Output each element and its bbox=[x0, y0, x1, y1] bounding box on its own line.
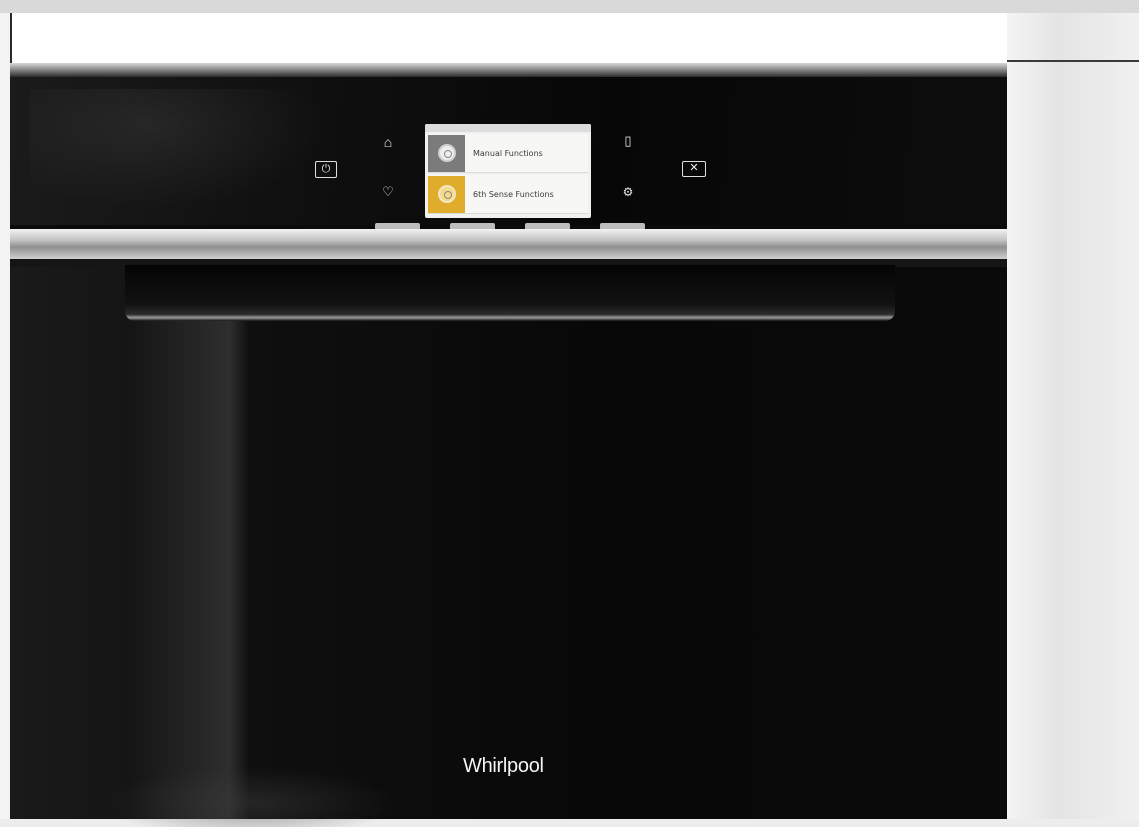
close-icon[interactable]: ✕ bbox=[682, 161, 706, 177]
dial-shape bbox=[437, 144, 456, 162]
control-panel: ⏻ ⌂ ♡ ▯ ⚙ ✕ Manual Functions 6th Sense F… bbox=[10, 77, 1007, 225]
handle-grip[interactable] bbox=[125, 265, 895, 321]
top-edge bbox=[0, 0, 1139, 13]
smartphone-icon[interactable]: ▯ bbox=[622, 134, 634, 150]
gears-icon[interactable]: ⚙ bbox=[620, 186, 636, 202]
dial-icon bbox=[428, 175, 465, 213]
door-reflection bbox=[100, 767, 400, 827]
power-icon[interactable]: ⏻ bbox=[315, 161, 337, 178]
cabinet-right bbox=[1007, 13, 1139, 819]
cabinet-top-panel bbox=[10, 13, 1009, 64]
oven-top-trim bbox=[10, 63, 1007, 77]
dial-shape bbox=[437, 185, 456, 203]
menu-item-manual-functions[interactable]: Manual Functions bbox=[428, 134, 588, 173]
door-handle[interactable] bbox=[10, 229, 1007, 259]
heart-icon[interactable]: ♡ bbox=[380, 185, 396, 201]
cabinet-left bbox=[0, 13, 10, 819]
glass-reflection bbox=[30, 89, 330, 209]
oven: ⏻ ⌂ ♡ ▯ ⚙ ✕ Manual Functions 6th Sense F… bbox=[10, 63, 1007, 827]
status-bar bbox=[425, 124, 591, 132]
menu-item-6th-sense-functions[interactable]: 6th Sense Functions bbox=[428, 175, 588, 214]
menu-item-label: Manual Functions bbox=[473, 148, 543, 158]
dial-icon bbox=[428, 134, 465, 172]
display-screen: Manual Functions 6th Sense Functions bbox=[425, 124, 591, 218]
whirlpool-logo: Whirlpool bbox=[463, 755, 544, 777]
menu-item-label: 6th Sense Functions bbox=[473, 189, 554, 199]
oven-door bbox=[10, 267, 1007, 827]
home-icon[interactable]: ⌂ bbox=[380, 135, 396, 151]
